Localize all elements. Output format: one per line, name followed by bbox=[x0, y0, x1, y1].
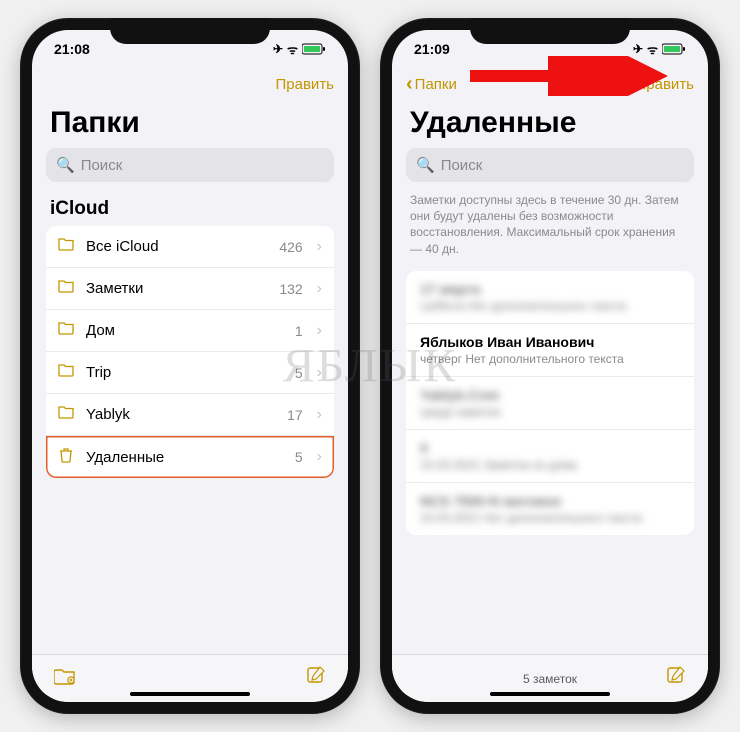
note-title: NCS 7500-N матовое bbox=[420, 493, 680, 509]
search-icon: 🔍 bbox=[56, 156, 75, 174]
folder-row-все-icloud[interactable]: Все iCloud 426 › bbox=[46, 226, 334, 268]
note-subtitle: суббота Нет дополнительного текста bbox=[420, 299, 680, 313]
search-input[interactable]: 🔍 Поиск bbox=[406, 148, 694, 182]
phone-left: 21:08 ✈︎ ᯤ Править Папки 🔍 Поиск iCloud … bbox=[20, 18, 360, 714]
status-time: 21:09 bbox=[414, 41, 450, 57]
home-indicator[interactable] bbox=[490, 692, 610, 696]
notch bbox=[470, 18, 630, 44]
folder-name: Удаленные bbox=[86, 449, 285, 466]
note-title: 0 bbox=[420, 440, 680, 456]
search-icon: 🔍 bbox=[416, 156, 435, 174]
chevron-right-icon: › bbox=[317, 238, 322, 256]
trash-icon bbox=[58, 447, 76, 468]
chevron-right-icon: › bbox=[317, 280, 322, 298]
chevron-right-icon: › bbox=[317, 406, 322, 424]
phone-right: 21:09 ✈︎ ᯤ ‹ Папки Править Удаленные 🔍 П… bbox=[380, 18, 720, 714]
folder-name: Заметки bbox=[86, 280, 269, 297]
search-input[interactable]: 🔍 Поиск bbox=[46, 148, 334, 182]
folder-icon bbox=[58, 363, 76, 382]
home-indicator[interactable] bbox=[130, 692, 250, 696]
footer-count: 5 заметок bbox=[434, 672, 666, 686]
folder-count: 5 bbox=[295, 449, 303, 465]
folder-icon bbox=[58, 405, 76, 424]
folder-count: 1 bbox=[295, 323, 303, 339]
note-title: Яблыков Иван Иванович bbox=[420, 334, 680, 350]
wifi-icon: ᯤ bbox=[647, 41, 658, 58]
section-icloud: iCloud bbox=[32, 182, 348, 226]
folder-count: 426 bbox=[279, 239, 302, 255]
folder-row-trip[interactable]: Trip 5 › bbox=[46, 352, 334, 394]
new-folder-icon[interactable] bbox=[54, 667, 76, 690]
back-label: Папки bbox=[415, 76, 457, 93]
search-placeholder: Поиск bbox=[81, 157, 123, 174]
back-button[interactable]: ‹ Папки bbox=[406, 73, 457, 96]
note-row[interactable]: Yablyk.Com среда заметка bbox=[406, 377, 694, 430]
note-subtitle: четверг Нет дополнительного текста bbox=[420, 352, 680, 366]
wifi-icon: ᯤ bbox=[287, 41, 298, 58]
note-row[interactable]: NCS 7500-N матовое 10.03.2021 Нет дополни… bbox=[406, 483, 694, 535]
folder-name: Trip bbox=[86, 364, 285, 381]
note-row[interactable]: 0 10.03.2021 Заметка из дома bbox=[406, 430, 694, 483]
page-title: Папки bbox=[32, 104, 348, 148]
chevron-left-icon: ‹ bbox=[406, 73, 413, 96]
folder-icon bbox=[58, 279, 76, 298]
folder-count: 132 bbox=[279, 281, 302, 297]
chevron-right-icon: › bbox=[317, 448, 322, 466]
folder-count: 5 bbox=[295, 365, 303, 381]
status-time: 21:08 bbox=[54, 41, 90, 57]
nav-bar: Править bbox=[32, 64, 348, 104]
folder-row-дом[interactable]: Дом 1 › bbox=[46, 310, 334, 352]
screen-right: 21:09 ✈︎ ᯤ ‹ Папки Править Удаленные 🔍 П… bbox=[392, 30, 708, 702]
battery-icon bbox=[302, 43, 326, 55]
folder-icon bbox=[58, 321, 76, 340]
search-placeholder: Поиск bbox=[441, 157, 483, 174]
annotation-arrow bbox=[466, 56, 686, 96]
note-title: Yablyk.Com bbox=[420, 387, 680, 403]
folder-name: Yablyk bbox=[86, 406, 277, 423]
compose-icon[interactable] bbox=[666, 666, 686, 691]
folder-name: Все iCloud bbox=[86, 238, 269, 255]
compose-icon[interactable] bbox=[306, 666, 326, 691]
screen-left: 21:08 ✈︎ ᯤ Править Папки 🔍 Поиск iCloud … bbox=[32, 30, 348, 702]
folder-list: Все iCloud426›Заметки132›Дом1›Trip5›Yabl… bbox=[46, 226, 334, 478]
folder-row-заметки[interactable]: Заметки 132 › bbox=[46, 268, 334, 310]
folder-icon bbox=[58, 237, 76, 256]
folder-name: Дом bbox=[86, 322, 285, 339]
folder-row-удаленные[interactable]: Удаленные 5 › bbox=[46, 436, 334, 478]
note-subtitle: среда заметка bbox=[420, 405, 680, 419]
note-subtitle: 10.03.2021 Нет дополнительного текста bbox=[420, 511, 680, 525]
folder-row-yablyk[interactable]: Yablyk 17 › bbox=[46, 394, 334, 436]
info-text: Заметки доступны здесь в течение 30 дн. … bbox=[392, 182, 708, 267]
notes-list: 17 марта суббота Нет дополнительного текс… bbox=[406, 271, 694, 535]
notch bbox=[110, 18, 270, 44]
status-icons: ✈︎ ᯤ bbox=[633, 41, 686, 58]
note-subtitle: 10.03.2021 Заметка из дома bbox=[420, 458, 680, 472]
battery-icon bbox=[662, 43, 686, 55]
page-title: Удаленные bbox=[392, 104, 708, 148]
edit-button[interactable]: Править bbox=[276, 76, 335, 93]
note-row[interactable]: Яблыков Иван Иванович четверг Нет дополни… bbox=[406, 324, 694, 377]
airplane-icon: ✈︎ bbox=[273, 42, 283, 56]
status-icons: ✈︎ ᯤ bbox=[273, 41, 326, 58]
note-title: 17 марта bbox=[420, 281, 680, 297]
chevron-right-icon: › bbox=[317, 322, 322, 340]
chevron-right-icon: › bbox=[317, 364, 322, 382]
note-row[interactable]: 17 марта суббота Нет дополнительного текс… bbox=[406, 271, 694, 324]
airplane-icon: ✈︎ bbox=[633, 42, 643, 56]
folder-count: 17 bbox=[287, 407, 303, 423]
